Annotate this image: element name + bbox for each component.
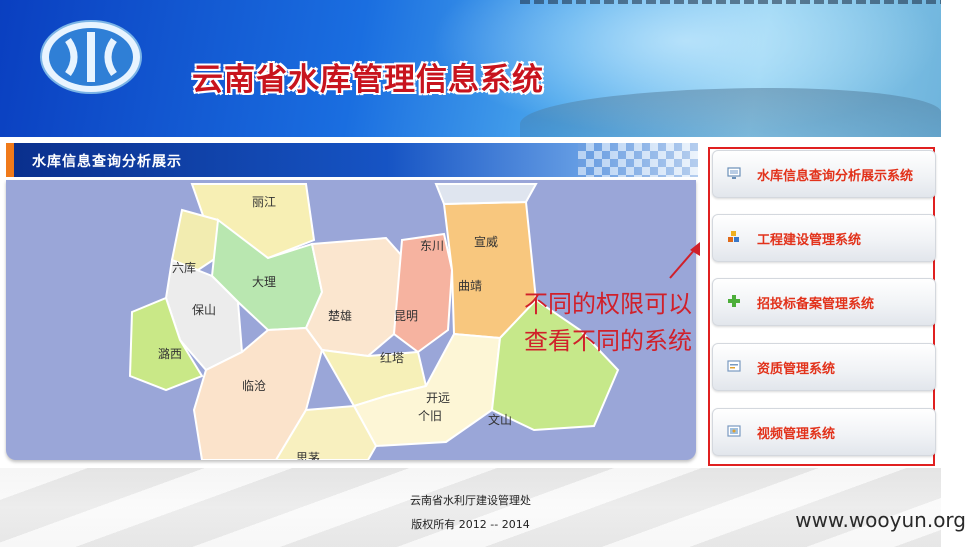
map-label-kaiyuan: 开远 bbox=[426, 391, 450, 405]
panel-title: 水库信息查询分析展示 bbox=[32, 154, 182, 170]
annotation-line-1: 不同的权限可以 bbox=[524, 290, 692, 318]
permission-annotation: 不同的权限可以 查看不同的系统 bbox=[524, 286, 734, 360]
map-label-liuku: 六库 bbox=[172, 260, 196, 275]
app-title: 云南省水库管理信息系统 bbox=[192, 62, 544, 98]
map-label-luxi: 潞西 bbox=[158, 346, 182, 361]
map-label-lijiang: 丽江 bbox=[252, 195, 276, 209]
header-banner: 云南省水库管理信息系统 bbox=[0, 0, 941, 137]
banner-top-strip bbox=[520, 0, 941, 4]
menu-item-bidding-filing[interactable]: 招投标备案管理系统 bbox=[712, 278, 936, 326]
menu-label-bidding-filing: 招投标备案管理系统 bbox=[757, 297, 875, 312]
map-label-kunming: 昆明 bbox=[394, 309, 418, 323]
title-accent bbox=[6, 143, 14, 177]
map-label-qujing: 曲靖 bbox=[458, 279, 482, 293]
title-bar-pattern bbox=[578, 143, 698, 177]
blocks-icon bbox=[728, 231, 739, 242]
water-logo-icon bbox=[40, 20, 142, 94]
annotation-line-2: 查看不同的系统 bbox=[524, 327, 692, 355]
map-region-zhaotong[interactable] bbox=[434, 183, 538, 206]
map-label-lincang: 临沧 bbox=[242, 378, 266, 393]
menu-label-video: 视频管理系统 bbox=[757, 427, 836, 442]
video-icon bbox=[727, 425, 741, 437]
map-label-hongta: 红塔 bbox=[380, 350, 404, 365]
menu-label-qualification: 资质管理系统 bbox=[757, 362, 836, 377]
menu-label-project-construction: 工程建设管理系统 bbox=[757, 233, 862, 248]
map-label-wenshan: 文山 bbox=[488, 412, 512, 427]
menu-item-video[interactable]: 视频管理系统 bbox=[712, 408, 936, 456]
map-label-simao: 思茅 bbox=[296, 451, 320, 460]
certificate-icon bbox=[727, 360, 741, 372]
plus-icon bbox=[728, 295, 740, 307]
map-label-xuanwei: 宣威 bbox=[474, 234, 498, 249]
map-label-baoshan: 保山 bbox=[192, 303, 216, 317]
annotation-arrow-icon bbox=[669, 242, 700, 279]
panel-title-bar: 水库信息查询分析展示 bbox=[6, 143, 698, 177]
menu-item-reservoir-query[interactable]: 水库信息查询分析展示系统 bbox=[712, 150, 936, 198]
watermark: www.wooyun.org bbox=[795, 508, 966, 532]
footer-org: 云南省水利厅建设管理处 bbox=[410, 494, 531, 507]
monitor-icon bbox=[727, 167, 741, 179]
map-label-gejiu: 个旧 bbox=[418, 409, 442, 423]
map-label-dongchuan: 东川 bbox=[420, 239, 444, 253]
menu-item-project-construction[interactable]: 工程建设管理系统 bbox=[712, 214, 936, 262]
map-label-dali: 大理 bbox=[252, 275, 276, 289]
map-label-chuxiong: 楚雄 bbox=[328, 308, 352, 323]
menu-item-qualification[interactable]: 资质管理系统 bbox=[712, 343, 936, 391]
menu-label-reservoir-query: 水库信息查询分析展示系统 bbox=[757, 169, 914, 184]
map-region-chuxiong[interactable] bbox=[304, 236, 404, 358]
